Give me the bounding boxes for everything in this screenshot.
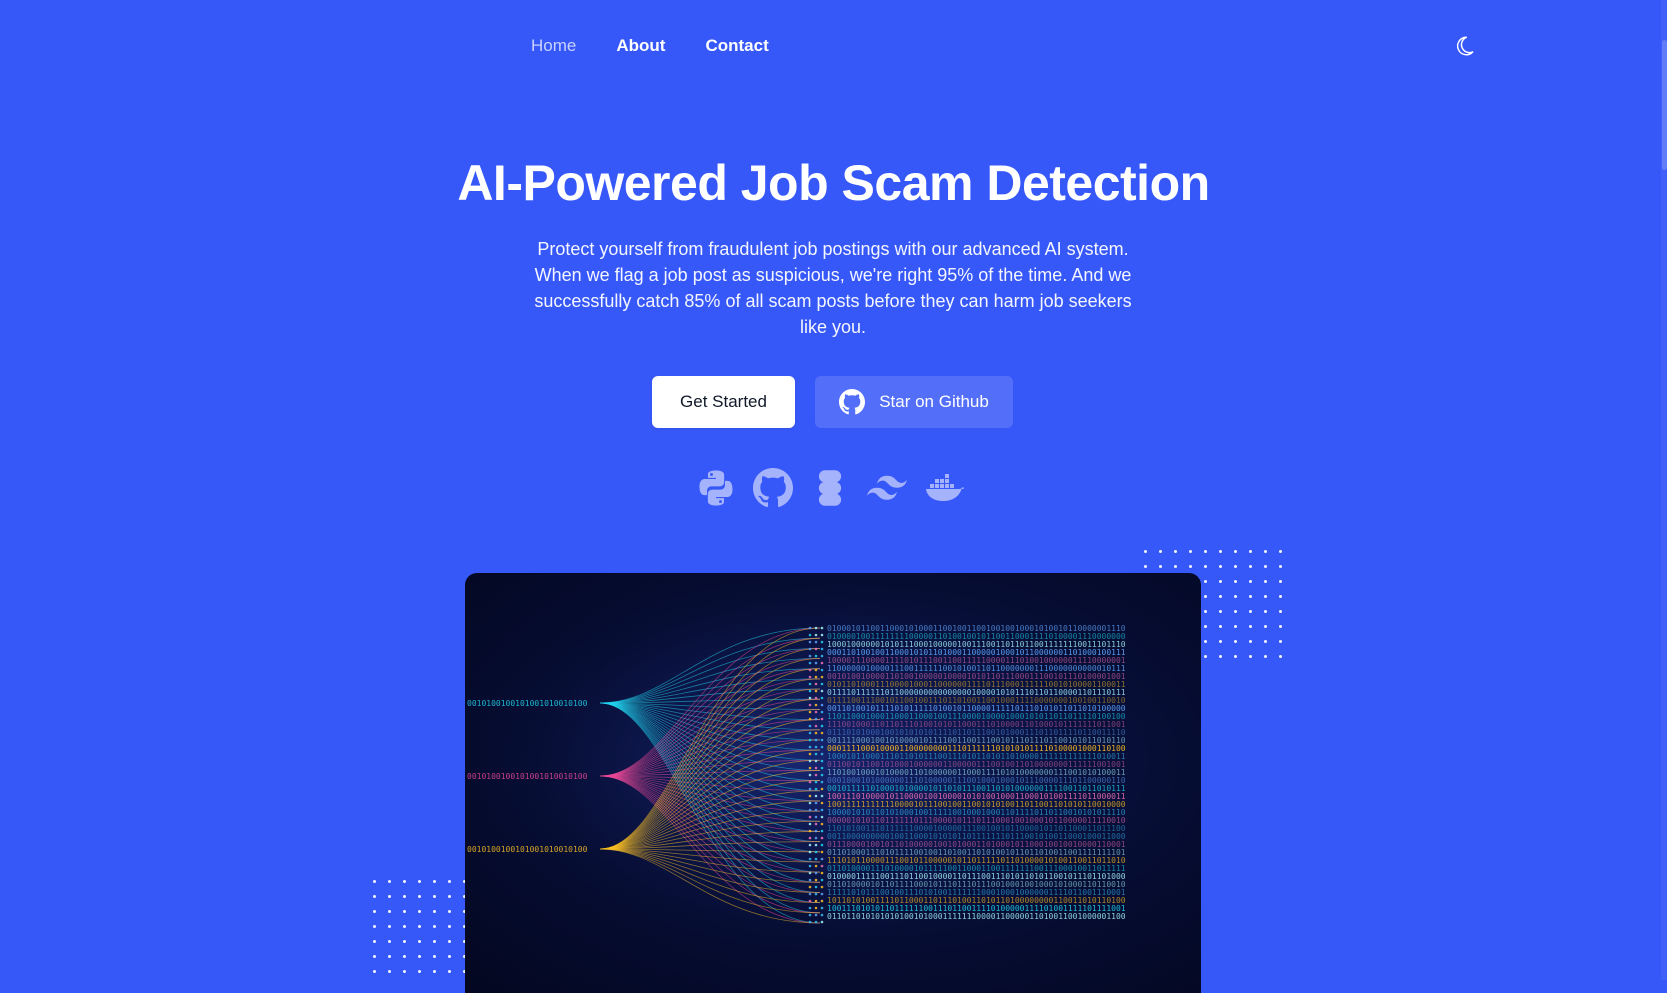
- nav-home-link[interactable]: Home: [531, 30, 576, 62]
- figma-icon: [810, 466, 850, 510]
- star-on-github-button[interactable]: Star on Github: [815, 376, 1013, 428]
- hero-showcase-image: 0010100100101001010010100 001010010010100…: [465, 573, 1201, 993]
- decorative-dot-grid: [367, 874, 472, 980]
- hero-description: Protect yourself from fraudulent job pos…: [534, 239, 1132, 337]
- docker-icon: [924, 466, 964, 510]
- svg-text:0010100100101001010010100: 0010100100101001010010100: [467, 772, 588, 781]
- hero-title: AI-Powered Job Scam Detection: [457, 155, 1210, 211]
- scrollbar-track[interactable]: [1661, 0, 1667, 980]
- tech-stack-icons: [696, 466, 964, 510]
- github-icon: [753, 466, 793, 510]
- star-on-github-label: Star on Github: [879, 392, 989, 411]
- theme-toggle-button[interactable]: [1448, 30, 1480, 62]
- moon-icon: [1456, 36, 1474, 56]
- nav-about-link[interactable]: About: [616, 30, 665, 62]
- svg-text:011011010101010100101000111111: 0110110101010101001010001111111000011000…: [827, 912, 1126, 921]
- main-nav: Home About Contact: [531, 30, 769, 62]
- get-started-label: Get Started: [680, 392, 767, 411]
- data-stream-illustration: 0010100100101001010010100 001010010010100…: [465, 573, 1201, 993]
- python-icon: [696, 466, 736, 510]
- github-icon: [839, 389, 866, 415]
- svg-text:0010100100101001010010100: 0010100100101001010010100: [467, 845, 588, 854]
- svg-text:0010100100101001010010100: 0010100100101001010010100: [467, 699, 588, 708]
- nav-contact-link[interactable]: Contact: [705, 30, 768, 62]
- tailwind-icon: [867, 466, 907, 510]
- get-started-button[interactable]: Get Started: [652, 376, 795, 428]
